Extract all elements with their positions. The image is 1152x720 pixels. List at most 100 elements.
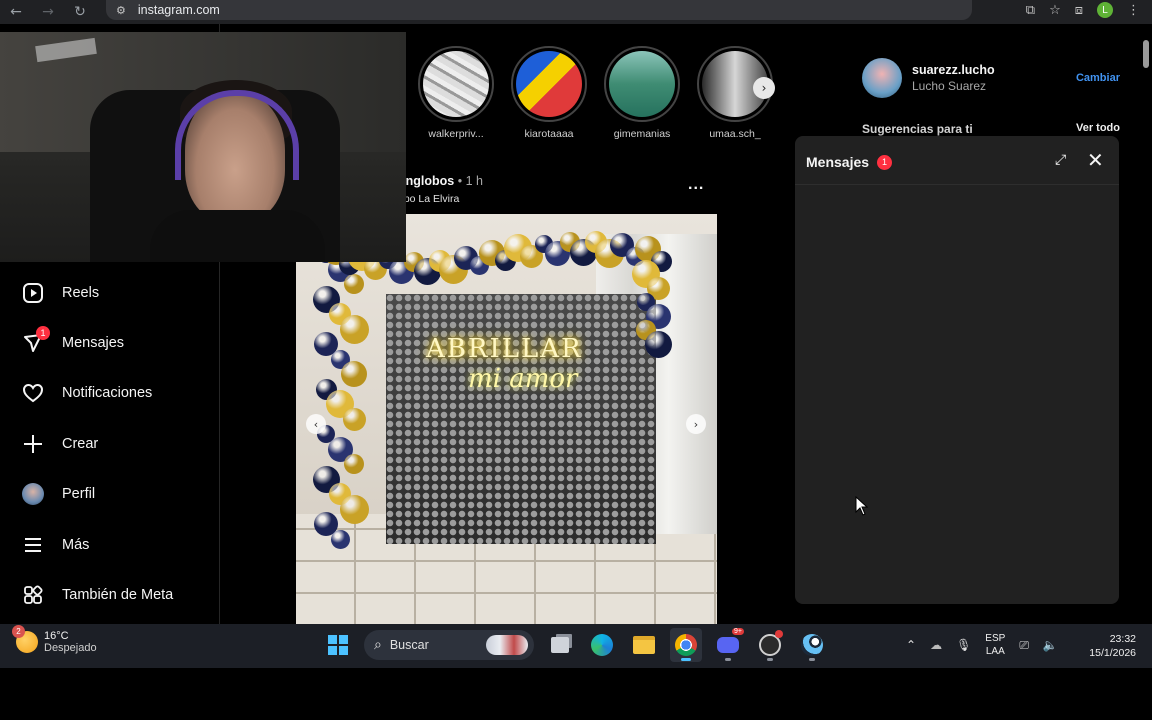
story-username: gimemanias bbox=[613, 128, 671, 140]
edge-icon[interactable] bbox=[586, 628, 618, 662]
steam-icon[interactable] bbox=[796, 628, 828, 662]
balloon bbox=[339, 314, 369, 344]
hamburger-icon bbox=[20, 532, 46, 558]
balloon bbox=[341, 361, 367, 387]
post-image[interactable]: ABRILLAR mi amor ‹ › bbox=[296, 214, 717, 624]
neon-sign-line2: mi amor bbox=[468, 364, 578, 394]
story-item[interactable]: umaa.sch_ bbox=[697, 46, 773, 166]
search-icon: ⌕ bbox=[374, 637, 382, 653]
carousel-prev-button[interactable]: ‹ bbox=[306, 414, 326, 434]
stories-next-button[interactable]: › bbox=[753, 77, 775, 99]
taskbar-clock[interactable]: 23:32 15/1/2026 bbox=[1089, 632, 1136, 660]
story-item[interactable]: gimemanias bbox=[604, 46, 680, 166]
story-avatar bbox=[516, 51, 582, 117]
url-text: instagram.com bbox=[137, 3, 220, 17]
sidebar-label: También de Meta bbox=[62, 587, 174, 603]
weather-widget[interactable]: 2 16°C Despejado bbox=[12, 625, 97, 654]
carousel-next-button[interactable]: › bbox=[686, 414, 706, 434]
volume-icon[interactable]: 🔈 bbox=[1043, 638, 1058, 652]
weather-temperature: 16°C bbox=[44, 630, 69, 642]
post-username[interactable]: onglobos bbox=[398, 174, 454, 188]
messenger-icon: 1 bbox=[20, 326, 50, 356]
language-code: ESP bbox=[985, 633, 1006, 644]
close-icon[interactable]: ✕ bbox=[1087, 148, 1104, 172]
chrome-icon[interactable] bbox=[670, 628, 702, 662]
avatar-icon bbox=[20, 481, 46, 507]
system-tray: ⌃ ☁ 🎙 ESP LAA ⎚ 🔈 bbox=[906, 632, 1058, 658]
discord-icon[interactable]: 9+ bbox=[712, 628, 744, 662]
sidebar-item-also-from-meta[interactable]: También de Meta bbox=[20, 580, 173, 610]
sidebar-label: Mensajes bbox=[62, 335, 125, 351]
extensions-icon[interactable]: ⧈ bbox=[1075, 3, 1083, 18]
sidebar-label: Crear bbox=[62, 436, 99, 452]
story-username: walkerpriv... bbox=[428, 128, 484, 140]
sidebar-label: Notificaciones bbox=[62, 385, 153, 401]
clock-time: 23:32 bbox=[1109, 633, 1136, 645]
webcam-overlay bbox=[0, 32, 406, 262]
page-scrollbar[interactable] bbox=[1142, 28, 1150, 620]
sidebar-item-profile[interactable]: Perfil bbox=[20, 479, 95, 509]
story-avatar bbox=[423, 51, 489, 117]
stories-tray: walkerpriv... kiarotaaaa gimemanias umaa… bbox=[418, 46, 773, 166]
post-time: 1 h bbox=[465, 174, 483, 188]
language-indicator[interactable]: ESP LAA bbox=[985, 632, 1005, 658]
sidebar-label: Perfil bbox=[62, 486, 96, 502]
post-location[interactable]: npo La Elvira bbox=[398, 193, 718, 205]
see-all-link[interactable]: Ver todo bbox=[1076, 122, 1120, 134]
sidebar-item-reels[interactable]: Reels bbox=[20, 278, 99, 308]
chevron-up-icon[interactable]: ⌃ bbox=[906, 638, 916, 652]
sidebar-item-notifications[interactable]: Notificaciones bbox=[20, 378, 152, 408]
messages-badge: 1 bbox=[36, 326, 50, 340]
address-bar[interactable]: ⚙ instagram.com bbox=[106, 0, 972, 20]
balloon bbox=[342, 407, 366, 431]
forward-icon[interactable]: → bbox=[32, 0, 64, 24]
windows-logo-icon bbox=[328, 635, 348, 655]
sequin-backdrop bbox=[386, 294, 656, 544]
messages-panel-badge: 1 bbox=[877, 154, 893, 170]
taskbar-search[interactable]: ⌕ Buscar bbox=[364, 630, 534, 660]
mouse-cursor-icon bbox=[855, 496, 869, 516]
expand-icon[interactable]: ⤢ bbox=[1055, 152, 1066, 168]
network-icon[interactable]: ⎚ bbox=[1019, 638, 1029, 653]
obs-icon[interactable] bbox=[754, 628, 786, 662]
messages-panel-title: Mensajes bbox=[806, 154, 870, 170]
clock-date: 15/1/2026 bbox=[1089, 647, 1136, 659]
task-view-icon[interactable] bbox=[544, 628, 576, 662]
discord-badge: 9+ bbox=[732, 628, 744, 635]
post-options-button[interactable]: ... bbox=[688, 176, 704, 194]
microphone-icon[interactable]: 🎙 bbox=[956, 638, 971, 652]
scrollbar-thumb[interactable] bbox=[1143, 40, 1149, 68]
browser-toolbar: ← → ↻ ⚙ instagram.com ⧉ ☆ ⧈ L ⋮ bbox=[0, 0, 1152, 24]
weather-moon-icon: 2 bbox=[12, 625, 38, 653]
balloon bbox=[344, 274, 364, 294]
messages-panel: Mensajes 1 ⤢ ✕ bbox=[795, 136, 1119, 604]
profile-avatar[interactable]: L bbox=[1097, 2, 1113, 18]
heart-icon bbox=[20, 380, 46, 406]
balloon bbox=[330, 529, 350, 549]
sidebar-item-create[interactable]: Crear bbox=[20, 429, 98, 459]
back-icon[interactable]: ← bbox=[0, 0, 32, 24]
balloon bbox=[339, 494, 369, 524]
site-info-icon[interactable]: ⚙ bbox=[116, 4, 126, 17]
account-avatar[interactable] bbox=[862, 58, 902, 98]
suggestions-title: Sugerencias para ti bbox=[862, 122, 973, 136]
browser-actions: ⧉ ☆ ⧈ L ⋮ bbox=[1026, 0, 1152, 20]
weather-badge: 2 bbox=[12, 625, 25, 638]
keyboard-layout: LAA bbox=[985, 646, 1005, 657]
account-username[interactable]: suarezz.lucho bbox=[912, 63, 995, 77]
balloon bbox=[344, 454, 364, 474]
menu-dots-icon[interactable]: ⋮ bbox=[1127, 3, 1140, 18]
file-explorer-icon[interactable] bbox=[628, 628, 660, 662]
onedrive-icon[interactable]: ☁ bbox=[930, 638, 942, 652]
switch-account-link[interactable]: Cambiar bbox=[1076, 72, 1120, 84]
start-button[interactable] bbox=[322, 628, 354, 662]
install-icon[interactable]: ⧉ bbox=[1026, 3, 1035, 18]
story-username: umaa.sch_ bbox=[709, 128, 761, 140]
story-item[interactable]: kiarotaaaa bbox=[511, 46, 587, 166]
reload-icon[interactable]: ↻ bbox=[64, 0, 96, 24]
bookmark-star-icon[interactable]: ☆ bbox=[1049, 3, 1061, 18]
story-item[interactable]: walkerpriv... bbox=[418, 46, 494, 166]
sidebar-item-more[interactable]: Más bbox=[20, 530, 89, 560]
sidebar-item-messages[interactable]: 1 Mensajes bbox=[20, 326, 125, 358]
account-fullname: Lucho Suarez bbox=[912, 79, 987, 93]
